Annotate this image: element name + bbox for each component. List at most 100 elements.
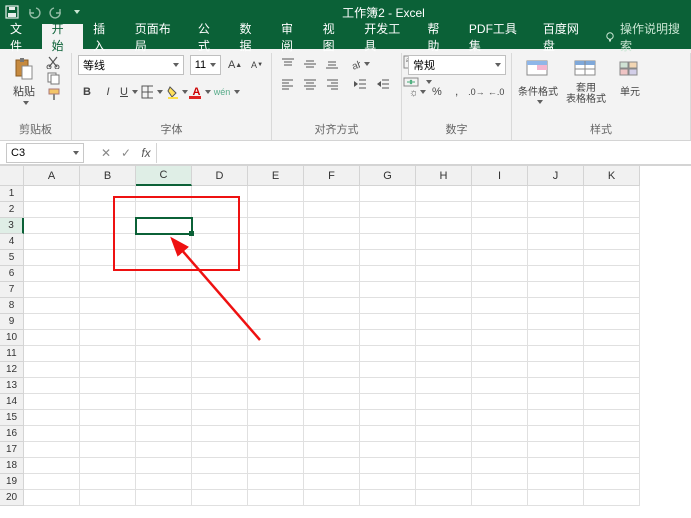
cell[interactable] [584, 490, 640, 506]
cell[interactable] [360, 490, 416, 506]
cell[interactable] [304, 266, 360, 282]
cell[interactable] [360, 442, 416, 458]
decrease-decimal-icon[interactable]: ←.0 [487, 83, 505, 101]
cell[interactable] [528, 410, 584, 426]
cell[interactable] [416, 362, 472, 378]
tab-baidu[interactable]: 百度网盘 [533, 24, 596, 49]
font-size-dropdown[interactable]: 11 [190, 55, 221, 75]
cell[interactable] [248, 442, 304, 458]
cell[interactable] [584, 250, 640, 266]
cell[interactable] [304, 330, 360, 346]
cell[interactable] [304, 474, 360, 490]
row-header[interactable]: 17 [0, 442, 24, 458]
row-header[interactable]: 12 [0, 362, 24, 378]
cell[interactable] [360, 426, 416, 442]
cell[interactable] [248, 394, 304, 410]
format-as-table-button[interactable]: 套用 表格格式 [562, 55, 610, 105]
cell[interactable] [472, 346, 528, 362]
cell[interactable] [416, 234, 472, 250]
increase-decimal-icon[interactable]: .0→ [468, 83, 486, 101]
cut-icon[interactable] [46, 55, 62, 69]
column-header[interactable]: D [192, 166, 248, 186]
cell[interactable] [416, 266, 472, 282]
row-header[interactable]: 19 [0, 474, 24, 490]
cell[interactable] [472, 282, 528, 298]
cell[interactable] [24, 298, 80, 314]
row-header[interactable]: 16 [0, 426, 24, 442]
cell[interactable] [80, 282, 136, 298]
cell[interactable] [584, 218, 640, 234]
cell[interactable] [304, 442, 360, 458]
cell[interactable] [416, 186, 472, 202]
cell[interactable] [248, 474, 304, 490]
cell[interactable] [472, 442, 528, 458]
cell[interactable] [192, 346, 248, 362]
cell[interactable] [416, 442, 472, 458]
row-header[interactable]: 13 [0, 378, 24, 394]
cell[interactable] [416, 378, 472, 394]
cell[interactable] [136, 490, 192, 506]
cell[interactable] [528, 474, 584, 490]
spreadsheet-grid[interactable]: ABCDEFGHIJK 1234567891011121314151617181… [0, 165, 691, 518]
cell[interactable] [360, 346, 416, 362]
column-header[interactable]: F [304, 166, 360, 186]
cell[interactable] [528, 314, 584, 330]
cell[interactable] [584, 410, 640, 426]
cell[interactable] [24, 410, 80, 426]
cell[interactable] [584, 314, 640, 330]
cell[interactable] [360, 458, 416, 474]
paste-button[interactable]: 粘贴 [6, 55, 42, 105]
cell[interactable] [80, 394, 136, 410]
cell[interactable] [528, 426, 584, 442]
cell[interactable] [528, 186, 584, 202]
cell[interactable] [360, 282, 416, 298]
column-header[interactable]: K [584, 166, 640, 186]
cell[interactable] [192, 282, 248, 298]
row-header[interactable]: 6 [0, 266, 24, 282]
bold-button[interactable]: B [78, 83, 96, 101]
cell[interactable] [416, 458, 472, 474]
cell[interactable] [192, 474, 248, 490]
cell[interactable] [416, 218, 472, 234]
cell[interactable] [304, 282, 360, 298]
cell[interactable] [584, 346, 640, 362]
indent-increase-icon[interactable] [373, 75, 393, 93]
cell[interactable] [80, 410, 136, 426]
row-header[interactable]: 5 [0, 250, 24, 266]
format-painter-icon[interactable] [46, 87, 62, 101]
cell[interactable] [528, 458, 584, 474]
cell-styles-button[interactable]: 单元 [614, 55, 646, 98]
cell[interactable] [192, 490, 248, 506]
cell[interactable] [248, 234, 304, 250]
cell[interactable] [248, 346, 304, 362]
cell[interactable] [584, 202, 640, 218]
tab-insert[interactable]: 插入 [83, 24, 125, 49]
cell[interactable] [416, 330, 472, 346]
cell[interactable] [472, 234, 528, 250]
cell[interactable] [360, 298, 416, 314]
borders-button[interactable] [141, 83, 163, 101]
cell[interactable] [80, 426, 136, 442]
name-box[interactable]: C3 [6, 143, 84, 163]
cell[interactable] [192, 458, 248, 474]
cell[interactable] [80, 330, 136, 346]
cell[interactable] [528, 490, 584, 506]
cell[interactable] [304, 346, 360, 362]
cell[interactable] [24, 346, 80, 362]
cell[interactable] [584, 474, 640, 490]
cell[interactable] [472, 218, 528, 234]
cell[interactable] [304, 234, 360, 250]
cell[interactable] [528, 234, 584, 250]
cell[interactable] [528, 346, 584, 362]
enter-icon[interactable]: ✓ [116, 143, 136, 163]
cell[interactable] [584, 330, 640, 346]
row-header[interactable]: 9 [0, 314, 24, 330]
cell[interactable] [416, 394, 472, 410]
cell[interactable] [528, 266, 584, 282]
cell[interactable] [24, 394, 80, 410]
cell[interactable] [360, 410, 416, 426]
cell[interactable] [304, 490, 360, 506]
cell[interactable] [136, 474, 192, 490]
cell[interactable] [584, 442, 640, 458]
cell[interactable] [416, 314, 472, 330]
